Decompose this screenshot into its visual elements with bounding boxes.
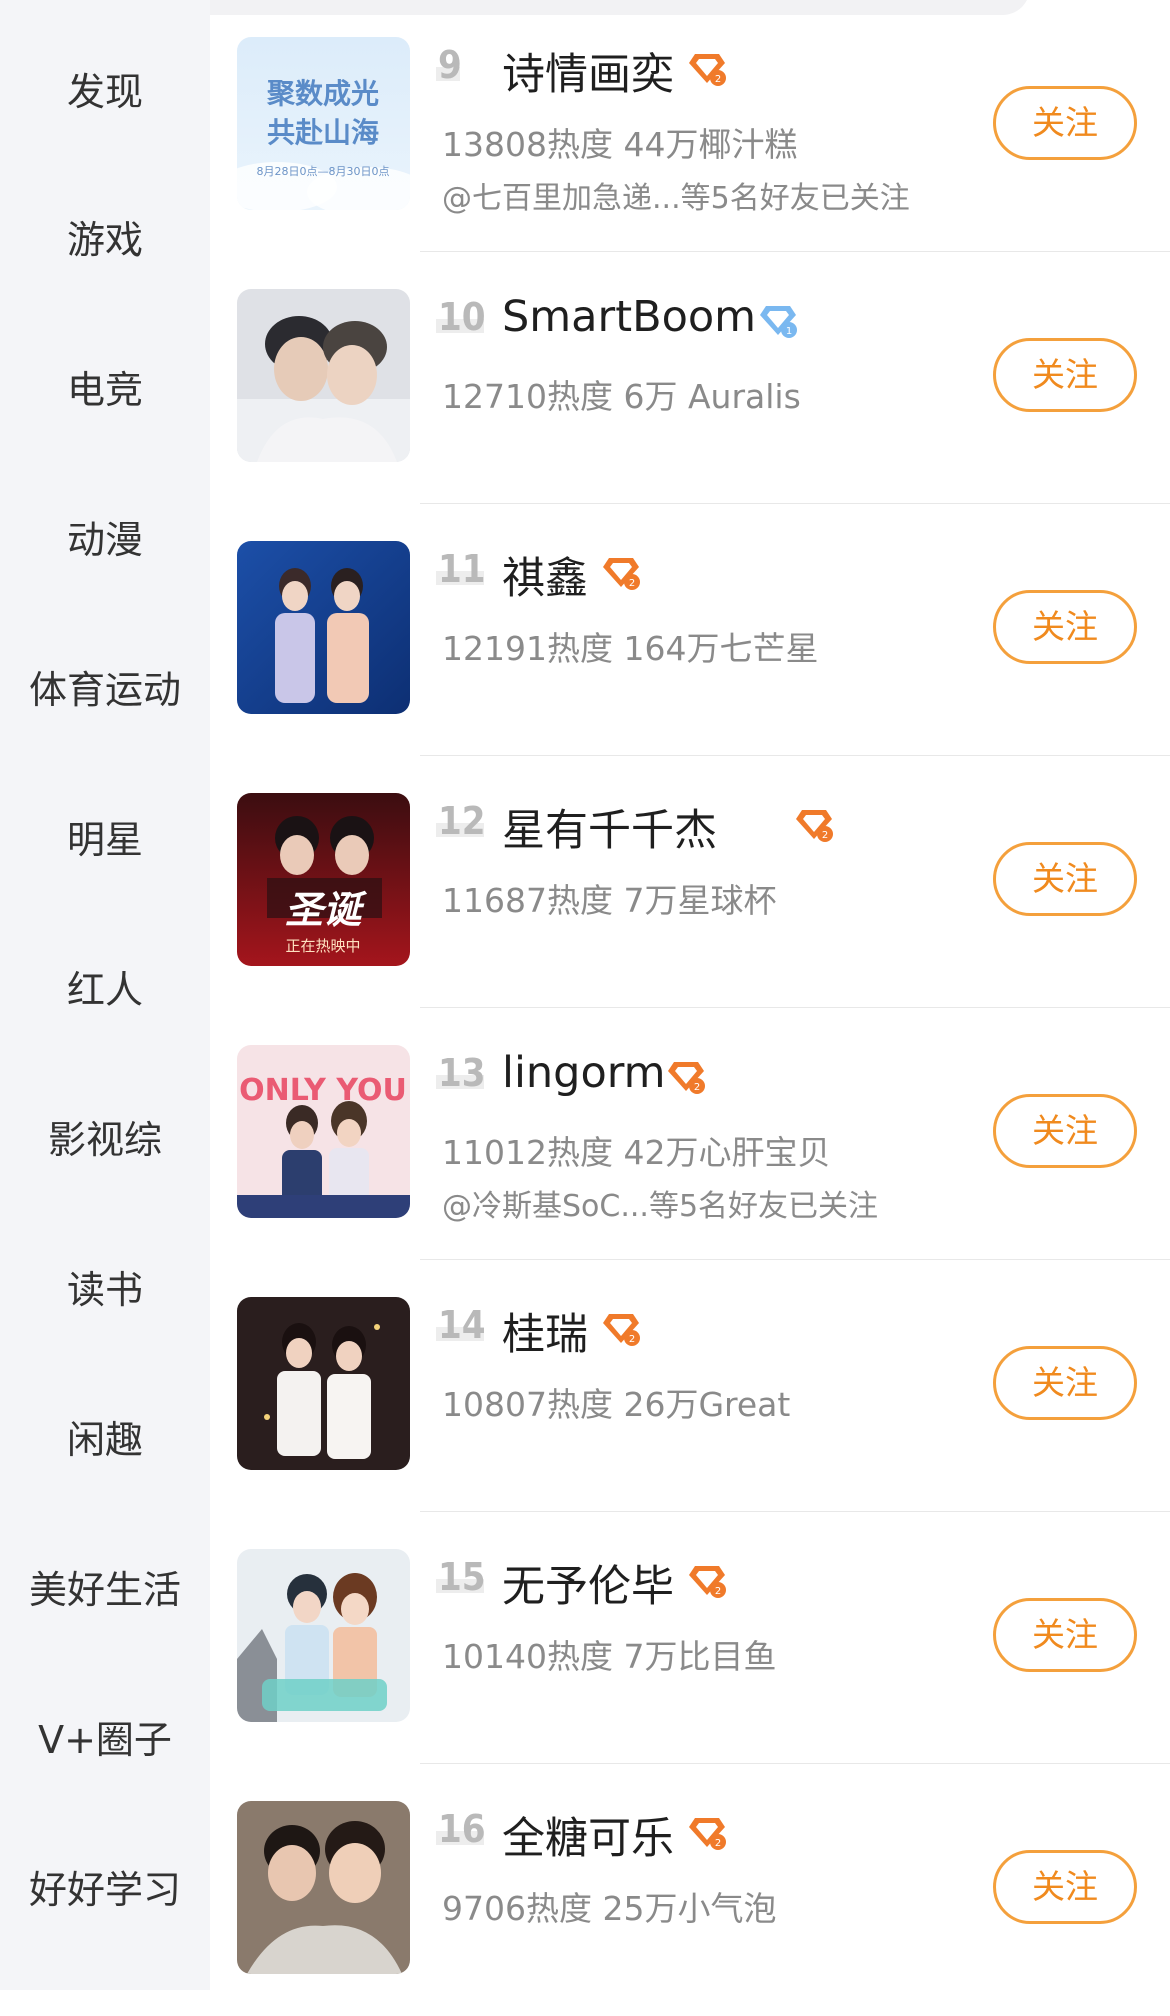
topic-stats: 11012热度 42万心肝宝贝 xyxy=(442,1133,831,1172)
sidebar-item-study[interactable]: 好好学习 xyxy=(0,1865,210,1915)
diamond-badge-icon: 2 xyxy=(689,1566,726,1598)
diamond-badge-icon: 2 xyxy=(668,1062,705,1094)
thumb-line-1: 聚数成光 xyxy=(266,77,379,110)
topic-stats: 12191热度 164万七芒星 xyxy=(442,629,819,668)
topic-stats: 10807热度 26万Great xyxy=(442,1385,791,1424)
topic-thumbnail xyxy=(237,289,410,462)
rank-number: 13 xyxy=(436,1051,486,1095)
list-item[interactable]: ONLY YOU 13 lingorm 2 11012热度 42万心肝宝贝 @冷… xyxy=(210,1008,1170,1260)
topic-name: 无予伦毕 xyxy=(502,1562,674,1612)
list-item[interactable]: 16 全糖可乐 2 9706热度 25万小气泡 关注 xyxy=(210,1764,1170,2016)
svg-text:圣诞: 圣诞 xyxy=(285,887,368,932)
sidebar-item-vplus[interactable]: V+圈子 xyxy=(0,1715,210,1765)
topic-name: 全糖可乐 xyxy=(502,1814,674,1864)
thumb-line-3: 8月28日0点—8月30日0点 xyxy=(257,165,390,178)
topic-stats: 11687热度 7万星球杯 xyxy=(442,881,777,920)
svg-text:2: 2 xyxy=(715,1838,721,1849)
topic-name: 祺鑫 xyxy=(502,554,588,604)
follow-button[interactable]: 关注 xyxy=(993,1094,1137,1168)
topic-stats: 9706热度 25万小气泡 xyxy=(442,1889,777,1928)
thumb-caption: 正在热映中 xyxy=(285,937,360,955)
rank-number: 11 xyxy=(436,547,486,591)
diamond-badge-icon: 1 xyxy=(760,306,797,338)
diamond-badge-icon: 2 xyxy=(689,54,726,86)
topic-thumbnail xyxy=(237,1297,410,1470)
svg-text:2: 2 xyxy=(715,74,721,85)
sidebar-item-books[interactable]: 读书 xyxy=(0,1265,210,1315)
topic-thumbnail: ONLY YOU xyxy=(237,1045,410,1218)
sidebar-item-leisure[interactable]: 闲趣 xyxy=(0,1415,210,1465)
svg-text:2: 2 xyxy=(822,830,828,841)
svg-text:1: 1 xyxy=(786,326,792,337)
topic-thumbnail: 圣诞 正在热映中 xyxy=(237,793,410,966)
super-topic-list: 聚数成光 共赴山海 8月28日0点—8月30日0点 9 诗情画奕 2 13808… xyxy=(210,0,1170,1990)
topic-stats: 12710热度 6万 Auralis xyxy=(442,377,801,416)
topic-name: lingorm xyxy=(502,1048,666,1098)
topic-thumbnail xyxy=(237,541,410,714)
svg-text:2: 2 xyxy=(629,578,635,589)
diamond-badge-icon: 2 xyxy=(796,810,833,842)
sidebar-item-influencers[interactable]: 红人 xyxy=(0,965,210,1015)
topic-stats: 13808热度 44万椰汁糕 xyxy=(442,125,798,164)
diamond-badge-icon: 2 xyxy=(603,558,640,590)
topic-name: 桂瑞 xyxy=(502,1310,588,1360)
sidebar-item-discover[interactable]: 发现 xyxy=(0,67,210,117)
svg-text:2: 2 xyxy=(715,1586,721,1597)
follow-button[interactable]: 关注 xyxy=(993,338,1137,412)
topic-thumbnail xyxy=(237,1801,410,1974)
list-item[interactable]: 15 无予伦毕 2 10140热度 7万比目鱼 关注 xyxy=(210,1512,1170,1764)
follow-button[interactable]: 关注 xyxy=(993,86,1137,160)
follow-button[interactable]: 关注 xyxy=(993,1850,1137,1924)
follow-button[interactable]: 关注 xyxy=(993,590,1137,664)
list-item[interactable]: 圣诞 正在热映中 12 星有千千杰 2 11687热度 7万星球杯 关注 xyxy=(210,756,1170,1008)
sidebar-item-esports[interactable]: 电竞 xyxy=(0,365,210,415)
rank-number: 10 xyxy=(436,295,486,339)
thumb-line-2: 共赴山海 xyxy=(267,116,379,149)
sidebar-item-film-tv[interactable]: 影视综 xyxy=(0,1115,210,1165)
category-sidebar: 发现 游戏 电竞 动漫 体育运动 明星 红人 影视综 读书 闲趣 美好生活 V+… xyxy=(0,0,210,1990)
list-item[interactable]: 14 桂瑞 2 10807热度 26万Great 关注 xyxy=(210,1260,1170,1512)
svg-text:2: 2 xyxy=(629,1334,635,1345)
topic-name: 星有千千杰 xyxy=(502,806,717,856)
topic-stats: 10140热度 7万比目鱼 xyxy=(442,1637,777,1676)
friends-followed[interactable]: @七百里加急递...等5名好友已关注 xyxy=(442,173,910,217)
list-item[interactable]: 聚数成光 共赴山海 8月28日0点—8月30日0点 9 诗情画奕 2 13808… xyxy=(210,0,1170,252)
sidebar-item-lifestyle[interactable]: 美好生活 xyxy=(0,1565,210,1615)
thumb-caption: ONLY YOU xyxy=(239,1073,407,1108)
rank-number: 12 xyxy=(436,799,486,843)
sidebar-item-games[interactable]: 游戏 xyxy=(0,215,210,265)
sidebar-item-anime[interactable]: 动漫 xyxy=(0,515,210,565)
topic-name: 诗情画奕 xyxy=(502,50,674,100)
sidebar-item-stars[interactable]: 明星 xyxy=(0,815,210,865)
list-item[interactable]: 11 祺鑫 2 12191热度 164万七芒星 关注 xyxy=(210,504,1170,756)
rank-number: 14 xyxy=(436,1303,486,1347)
diamond-badge-icon: 2 xyxy=(603,1314,640,1346)
svg-text:2: 2 xyxy=(694,1082,700,1093)
rank-number: 9 xyxy=(436,43,462,87)
diamond-badge-icon: 2 xyxy=(689,1818,726,1850)
friends-followed[interactable]: @冷斯基SoC...等5名好友已关注 xyxy=(442,1181,878,1225)
follow-button[interactable]: 关注 xyxy=(993,842,1137,916)
sidebar-item-sports[interactable]: 体育运动 xyxy=(0,665,210,715)
topic-thumbnail xyxy=(237,1549,410,1722)
rank-number: 15 xyxy=(436,1555,486,1599)
follow-button[interactable]: 关注 xyxy=(993,1598,1137,1672)
list-item[interactable]: 10 SmartBoom 1 12710热度 6万 Auralis 关注 xyxy=(210,252,1170,504)
topic-name: SmartBoom xyxy=(502,292,757,342)
topic-thumbnail: 聚数成光 共赴山海 8月28日0点—8月30日0点 xyxy=(237,37,410,210)
follow-button[interactable]: 关注 xyxy=(993,1346,1137,1420)
rank-number: 16 xyxy=(436,1807,486,1851)
